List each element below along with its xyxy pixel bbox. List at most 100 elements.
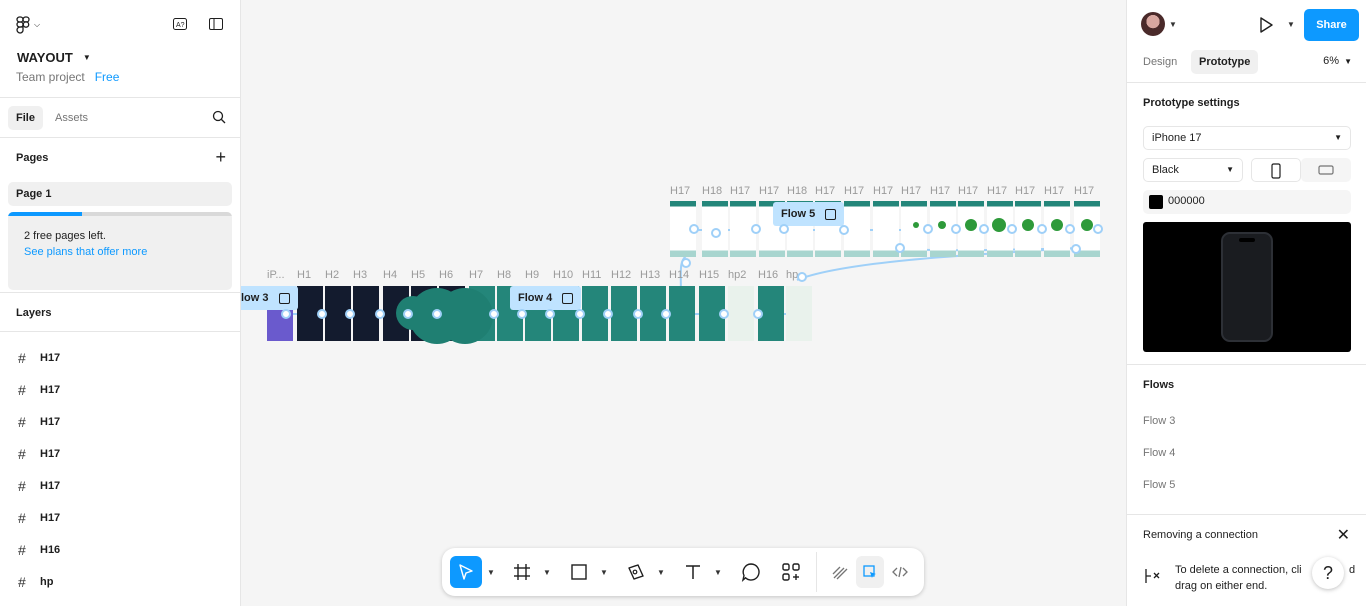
frame-label[interactable]: H17 bbox=[1015, 185, 1035, 197]
device-color-select[interactable]: Black ▼ bbox=[1143, 158, 1243, 182]
connection-node[interactable] bbox=[575, 309, 585, 319]
help-button[interactable]: ? bbox=[1312, 557, 1344, 589]
connection-node[interactable] bbox=[895, 243, 905, 253]
connection-node[interactable] bbox=[951, 224, 961, 234]
frame-label[interactable]: H17 bbox=[873, 185, 893, 197]
pen-tool-button[interactable] bbox=[622, 556, 650, 588]
ai-icon[interactable]: A? bbox=[172, 16, 188, 32]
connection-node[interactable] bbox=[603, 309, 613, 319]
frame-label[interactable]: H9 bbox=[525, 269, 539, 281]
frame-label[interactable]: H1 bbox=[297, 269, 311, 281]
see-plans-link[interactable]: See plans that offer more bbox=[24, 246, 147, 258]
flow-item-flow-4[interactable]: Flow 4 bbox=[1143, 447, 1175, 459]
tab-prototype[interactable]: Prototype bbox=[1191, 50, 1259, 74]
color-swatch[interactable] bbox=[1149, 195, 1163, 209]
flow-item-flow-3[interactable]: Flow 3 bbox=[1143, 415, 1175, 427]
background-color-field[interactable]: 000000 bbox=[1143, 190, 1351, 214]
layer-item[interactable]: # H17 bbox=[0, 374, 240, 406]
shape-tool-button[interactable] bbox=[565, 556, 593, 588]
connection-node[interactable] bbox=[661, 309, 671, 319]
frame-label[interactable]: hp2 bbox=[728, 269, 746, 281]
frame-label[interactable]: H17 bbox=[930, 185, 950, 197]
connection-node[interactable] bbox=[545, 309, 555, 319]
frame-label[interactable]: H17 bbox=[730, 185, 750, 197]
connection-node[interactable] bbox=[753, 309, 763, 319]
layer-item[interactable]: # H17 bbox=[0, 406, 240, 438]
device-select[interactable]: iPhone 17 ▼ bbox=[1143, 126, 1351, 150]
search-icon[interactable] bbox=[212, 110, 227, 125]
draw-mode-button[interactable] bbox=[826, 556, 854, 588]
frame-label[interactable]: H17 bbox=[1044, 185, 1064, 197]
chevron-down-icon[interactable]: ▼ bbox=[1169, 20, 1177, 29]
connection-node[interactable] bbox=[517, 309, 527, 319]
add-page-icon[interactable]: + bbox=[215, 148, 226, 166]
plan-badge[interactable]: Free bbox=[95, 70, 120, 84]
connection-node[interactable] bbox=[317, 309, 327, 319]
layer-item[interactable]: # H16 bbox=[0, 534, 240, 566]
connection-node[interactable] bbox=[689, 224, 699, 234]
tab-file[interactable]: File bbox=[8, 106, 43, 130]
close-icon[interactable]: ✕ bbox=[1337, 525, 1350, 545]
frame-label[interactable]: H17 bbox=[670, 185, 690, 197]
project-name-button[interactable]: WAYOUT ▼ bbox=[17, 50, 91, 65]
actions-tool-button[interactable] bbox=[777, 556, 805, 588]
connection-node[interactable] bbox=[345, 309, 355, 319]
chevron-down-icon[interactable]: ▼ bbox=[1287, 20, 1295, 29]
pen-tool-chevron[interactable]: ▼ bbox=[656, 556, 666, 588]
frame-label[interactable]: H7 bbox=[469, 269, 483, 281]
frame-label[interactable]: H5 bbox=[411, 269, 425, 281]
screen-frame[interactable] bbox=[669, 286, 695, 341]
present-play-icon[interactable] bbox=[1257, 16, 1275, 34]
connection-node[interactable] bbox=[375, 309, 385, 319]
frame-label[interactable]: H17 bbox=[1074, 185, 1094, 197]
sidebar-toggle-icon[interactable] bbox=[208, 16, 224, 32]
connection-node[interactable] bbox=[797, 272, 807, 282]
frame-label[interactable]: H17 bbox=[815, 185, 835, 197]
screen-frame[interactable] bbox=[728, 286, 754, 341]
flow-item-flow-5[interactable]: Flow 5 bbox=[1143, 479, 1175, 491]
zoom-control[interactable]: 6% ▼ bbox=[1323, 55, 1352, 67]
frame-label[interactable]: H18 bbox=[787, 185, 807, 197]
layer-item[interactable]: # H17 bbox=[0, 342, 240, 374]
frame-label[interactable]: H17 bbox=[901, 185, 921, 197]
frame-label[interactable]: H13 bbox=[640, 269, 660, 281]
frame-tool-button[interactable] bbox=[508, 556, 536, 588]
design-mode-button[interactable] bbox=[856, 556, 884, 588]
tab-assets[interactable]: Assets bbox=[47, 106, 96, 130]
flow-4-tag[interactable]: Flow 4 bbox=[510, 286, 582, 310]
frame-label[interactable]: H6 bbox=[439, 269, 453, 281]
flow-3-tag[interactable]: low 3 bbox=[241, 286, 298, 310]
landscape-toggle[interactable] bbox=[1301, 158, 1351, 182]
frame-label[interactable]: H17 bbox=[759, 185, 779, 197]
connection-node[interactable] bbox=[779, 224, 789, 234]
move-tool-button[interactable] bbox=[450, 556, 482, 588]
connection-node[interactable] bbox=[1007, 224, 1017, 234]
connection-node[interactable] bbox=[489, 309, 499, 319]
layer-item[interactable]: # H17 bbox=[0, 438, 240, 470]
shape-tool-chevron[interactable]: ▼ bbox=[599, 556, 609, 588]
frame-label[interactable]: H4 bbox=[383, 269, 397, 281]
layer-item[interactable]: # H17 bbox=[0, 470, 240, 502]
tab-design[interactable]: Design bbox=[1135, 50, 1185, 74]
frame-label[interactable]: H17 bbox=[958, 185, 978, 197]
frame-label[interactable]: H2 bbox=[325, 269, 339, 281]
connection-node[interactable] bbox=[719, 309, 729, 319]
connection-node[interactable] bbox=[839, 225, 849, 235]
frame-label[interactable]: H14 bbox=[669, 269, 689, 281]
frame-label[interactable]: H11 bbox=[582, 269, 601, 281]
design-canvas[interactable]: iP... H1 H2 H3 H4 H5 H6 H7 H8 H9 H10 H11 H12 H13 H14 H1… bbox=[241, 0, 1126, 606]
frame-label[interactable]: H18 bbox=[702, 185, 722, 197]
frame-label[interactable]: H12 bbox=[611, 269, 631, 281]
frame-label[interactable]: H15 bbox=[699, 269, 719, 281]
connection-node[interactable] bbox=[681, 258, 691, 268]
frame-label[interactable]: H10 bbox=[553, 269, 573, 281]
connection-node[interactable] bbox=[979, 224, 989, 234]
connection-node[interactable] bbox=[1037, 224, 1047, 234]
connection-node[interactable] bbox=[923, 224, 933, 234]
frame-label[interactable]: H17 bbox=[844, 185, 864, 197]
connection-node[interactable] bbox=[281, 309, 291, 319]
text-tool-chevron[interactable]: ▼ bbox=[713, 556, 723, 588]
frame-label[interactable]: H8 bbox=[497, 269, 511, 281]
frame-label[interactable]: H17 bbox=[987, 185, 1007, 197]
page-item-page-1[interactable]: Page 1 bbox=[8, 182, 232, 206]
